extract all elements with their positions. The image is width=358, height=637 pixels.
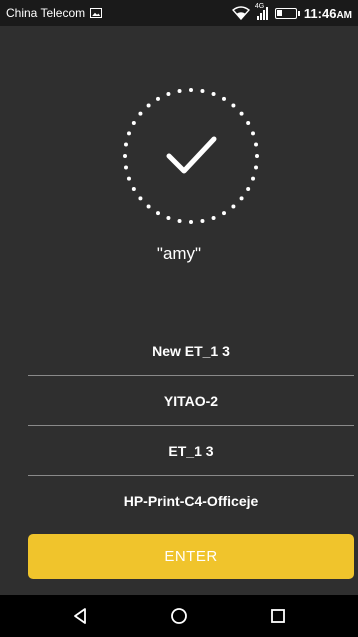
ring-dot <box>124 142 128 147</box>
ring-dot <box>255 154 259 158</box>
signal-icon: 4G <box>254 3 268 20</box>
ring-dot <box>239 111 244 116</box>
status-bar: China Telecom 4G 11:46AM <box>0 0 358 26</box>
enter-button[interactable]: ENTER <box>28 534 354 579</box>
ring-dot <box>239 196 244 201</box>
clock-time: 11:46 <box>303 5 337 21</box>
clock-suffix: AM <box>336 9 352 21</box>
ring-dot <box>254 165 258 170</box>
ring-dot <box>123 154 127 158</box>
ring-dot <box>251 176 256 181</box>
status-right: 4G 11:46AM <box>231 3 352 21</box>
ring-dot <box>146 103 151 108</box>
ring-dot <box>126 176 131 181</box>
checkmark-icon <box>166 136 217 174</box>
ring-dot <box>200 219 205 223</box>
ring-dot <box>126 131 131 136</box>
ring-dot <box>189 88 193 92</box>
network-item-label: HP-Print-C4-Officeje <box>123 493 259 509</box>
clock: 11:46AM <box>304 6 352 21</box>
ring-dot <box>231 103 236 108</box>
recents-button[interactable] <box>262 600 294 632</box>
ring-dot <box>156 96 160 101</box>
network-list: New ET_1 3 YITAO-2 ET_1 3 HP-Print-C4-Of… <box>28 326 354 526</box>
battery-icon <box>274 7 300 19</box>
image-icon <box>90 8 103 18</box>
network-type-label: 4G <box>254 3 265 10</box>
back-button[interactable] <box>64 600 96 632</box>
home-button[interactable] <box>163 600 195 632</box>
home-icon <box>171 608 187 624</box>
ring-dot <box>211 216 216 221</box>
wifi-icon <box>231 6 250 20</box>
ring-dot <box>222 211 226 216</box>
recents-icon <box>271 609 286 623</box>
dotted-ring <box>123 88 259 224</box>
ring-dot <box>156 211 160 216</box>
network-item[interactable]: HP-Print-C4-Officeje <box>28 476 354 526</box>
success-ring <box>123 88 259 224</box>
ring-dot <box>177 89 182 93</box>
network-item[interactable]: New ET_1 3 <box>28 326 354 376</box>
carrier-label: China Telecom <box>6 6 86 20</box>
connected-network-name: "amy" <box>156 244 202 263</box>
ring-dot <box>131 121 136 125</box>
ring-dot <box>177 219 182 223</box>
network-item-label: New ET_1 3 <box>152 342 230 359</box>
ring-dot <box>211 91 216 96</box>
ring-dot <box>138 196 143 201</box>
network-item-label: YITAO-2 <box>163 392 219 409</box>
ring-dot <box>138 111 143 116</box>
ring-dot <box>189 220 193 224</box>
ring-dot <box>246 121 251 125</box>
ring-dot <box>124 165 128 170</box>
ring-dot <box>166 91 171 96</box>
ring-dot <box>146 204 151 209</box>
enter-button-label: ENTER <box>164 548 218 565</box>
ring-dot <box>246 187 251 191</box>
ring-dot <box>222 96 226 101</box>
back-icon <box>73 608 86 624</box>
ring-dot <box>254 142 258 147</box>
ring-dot <box>166 216 171 221</box>
network-item[interactable]: YITAO-2 <box>28 376 354 426</box>
network-item[interactable]: ET_1 3 <box>28 426 354 476</box>
status-left: China Telecom <box>6 6 103 20</box>
network-item-label: ET_1 3 <box>168 442 214 459</box>
ring-dot <box>251 131 256 136</box>
ring-dot <box>231 204 236 209</box>
ring-dot <box>131 187 136 191</box>
ring-dot <box>200 89 205 93</box>
navigation-bar <box>0 595 358 637</box>
